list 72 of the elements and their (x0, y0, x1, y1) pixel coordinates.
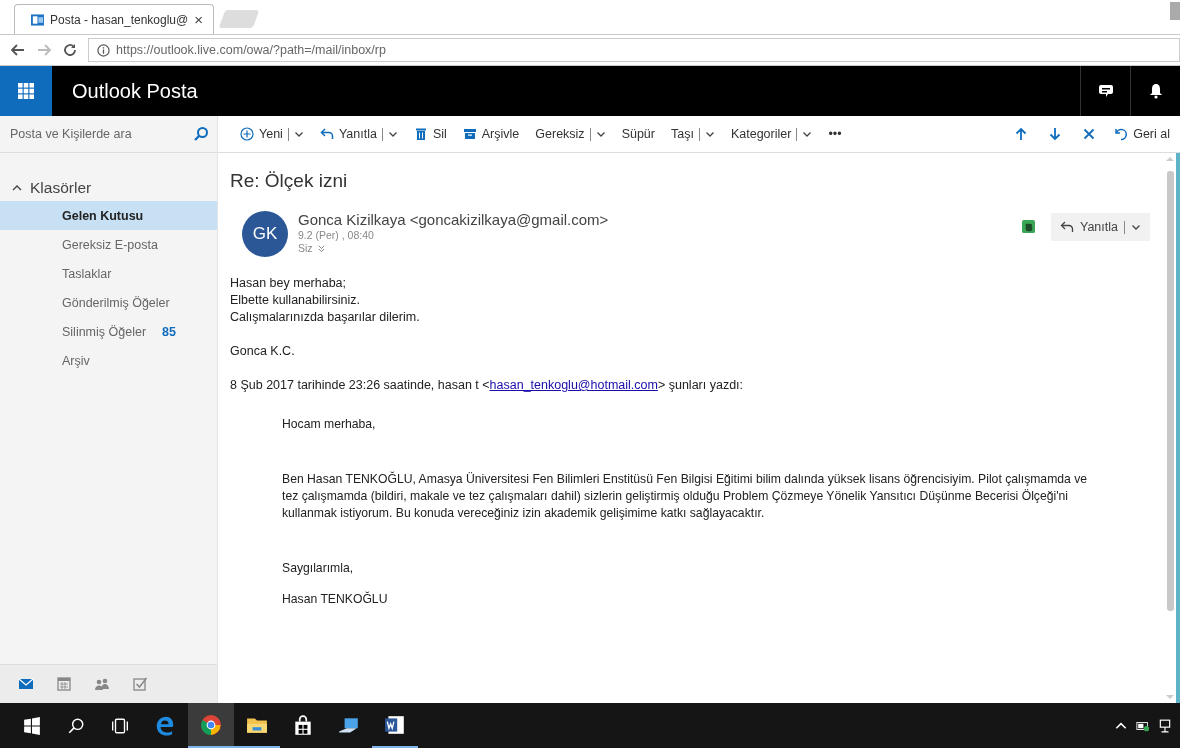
quoted-text: Saygılarımla, (282, 560, 355, 577)
search-field[interactable]: Posta ve Kişilerde ara (8, 126, 189, 142)
store-icon (292, 714, 314, 737)
calendar-icon[interactable] (56, 676, 72, 692)
message-date: 9.2 (Per) , 08:40 (298, 229, 374, 241)
close-icon[interactable] (1082, 127, 1097, 141)
expand-icon[interactable] (316, 243, 326, 253)
search-icon[interactable] (67, 716, 85, 735)
chevron-icon (12, 183, 22, 193)
folders-header[interactable]: Klasörler (0, 175, 217, 201)
folder-item[interactable]: Silinmiş Öğeler 85 (0, 317, 217, 346)
email-link[interactable]: hasan_tenkoglu@hotmail.com (489, 378, 658, 392)
quoted-text: Ben Hasan TENKOĞLU, Amasya Üniversitesi Fen Bilimleri Enstitüsü Fen Bilgisi Eğitimi bilim dalında yüksek lisans öğrencisiyim. Pilot çalışmamda ve tez çalışmamda (bildiri, makale ve tez çalışmaları dahil) sizlerin geliştirmiş olduğu Problem Çözmeye Yönelik Yansıtıcı Düşünme Becerisi Ölçeği'ni kullanmak istiyorum. Bu konuda vereceğiniz izin akademik gelişimime katkı sağlayacaktır. (282, 471, 1089, 522)
next-icon[interactable] (1048, 127, 1063, 141)
trash-icon (413, 127, 428, 141)
folder-item[interactable]: Taslaklar (0, 259, 217, 288)
plus-icon (240, 127, 254, 141)
tab-title: Posta - hasan_tenkoglu@ (49, 12, 189, 27)
message-line: Elbette kullanabilirsiniz. (230, 292, 361, 309)
edge-icon (154, 714, 176, 737)
quote-header: 8 Şub 2017 tarihinde 23:26 saatinde, hasan t <hasan_tenkoglu@hotmail.com> şunları yazdı: (230, 377, 745, 394)
toolbar-button[interactable]: Taşı (667, 124, 719, 144)
address-field[interactable]: https://outlook.live.com/owa/?path=/mail/inbox/rp (88, 38, 1180, 62)
recipient-label: Siz (298, 242, 313, 254)
message-line: Calışmalarınızda başarılar dilerim. (230, 309, 421, 326)
folder-item[interactable]: Gereksiz E-posta (0, 230, 217, 259)
tasks-icon[interactable] (132, 676, 148, 692)
caret-icon (1131, 222, 1141, 232)
toolbar-button[interactable]: Kategoriler (726, 124, 817, 144)
archive-icon (462, 127, 477, 141)
reload-icon[interactable] (62, 42, 78, 58)
chrome-icon (200, 713, 222, 736)
reply-icon (1060, 220, 1074, 234)
app-launcher-button[interactable] (0, 66, 52, 116)
toolbar-button[interactable]: ••• (824, 124, 846, 144)
reply-button[interactable]: Yanıtla (1051, 213, 1150, 241)
word-icon (384, 713, 406, 736)
undo-button[interactable]: Geri al (1110, 124, 1174, 144)
folder-item[interactable]: Gelen Kutusu (0, 201, 217, 230)
toolbar-button[interactable]: Arşivle (458, 124, 524, 144)
back-icon[interactable] (10, 42, 26, 58)
message-line: Hasan bey merhaba; (230, 275, 348, 292)
scrollbar-thumb[interactable] (1166, 171, 1174, 611)
toolbar-button[interactable]: Süpür (617, 124, 659, 144)
network-icon[interactable] (1158, 718, 1172, 733)
signature: Gonca K.C. (230, 343, 296, 360)
taskbar-app[interactable] (188, 703, 234, 748)
folder-item[interactable]: Arşiv (0, 346, 217, 375)
chat-icon (1097, 83, 1114, 99)
toolbar-button[interactable]: Gereksiz (531, 124, 610, 144)
task-view-icon[interactable] (111, 716, 129, 735)
toolbar-button[interactable]: Yanıtla (315, 124, 402, 144)
reply-icon (319, 127, 334, 141)
mail-icon[interactable] (18, 676, 34, 692)
browser-tab[interactable]: Posta - hasan_tenkoglu@ × (14, 4, 214, 34)
quoted-text: Hocam merhaba, (282, 416, 377, 433)
previous-icon[interactable] (1014, 127, 1029, 141)
undo-icon (1114, 127, 1129, 141)
grid-icon (18, 83, 34, 99)
start-button[interactable] (23, 716, 41, 735)
sender-avatar: GK (242, 211, 288, 257)
quoted-text: Hasan TENKOĞLU (282, 591, 389, 608)
sender-name: Gonca Kizilkaya <goncakizilkaya@gmail.com> (298, 211, 609, 228)
toolbar-button[interactable]: Yeni (236, 124, 308, 144)
message-subject: Re: Ölçek izni (230, 169, 349, 193)
close-tab-button[interactable]: × (194, 11, 203, 28)
app-title: Outlook Posta (72, 79, 198, 103)
folder-item[interactable]: Gönderilmiş Öğeler (0, 288, 217, 317)
people-icon[interactable] (94, 676, 110, 692)
toolbar-button[interactable]: Sil (409, 124, 451, 144)
info-icon (97, 43, 110, 57)
outlook-icon (31, 12, 44, 27)
